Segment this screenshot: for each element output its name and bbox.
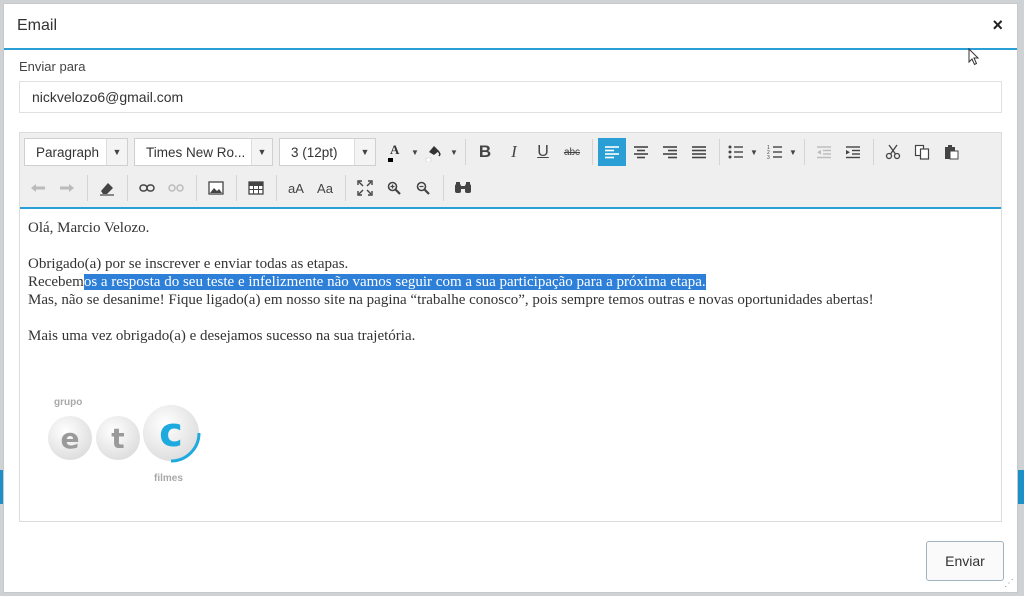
- numbered-list-icon[interactable]: 123: [764, 138, 786, 166]
- chevron-down-icon: ▼: [251, 139, 272, 165]
- chevron-down-icon[interactable]: ▼: [409, 138, 421, 166]
- link-icon[interactable]: [133, 174, 161, 202]
- block-format-value: Paragraph: [36, 144, 100, 160]
- selected-text: os a resposta do seu teste e infelizment…: [83, 274, 706, 290]
- paste-icon[interactable]: [937, 138, 965, 166]
- toolbar-separator: [345, 175, 346, 201]
- undo-icon[interactable]: [24, 174, 52, 202]
- chevron-down-icon[interactable]: ▼: [448, 138, 460, 166]
- lowercase-button[interactable]: aA: [282, 174, 310, 202]
- toolbar-separator: [465, 139, 466, 165]
- toolbar-separator: [196, 175, 197, 201]
- logo-letter: e: [61, 422, 80, 455]
- highlight-color-icon[interactable]: [421, 138, 447, 166]
- copy-icon[interactable]: [908, 138, 936, 166]
- cut-icon[interactable]: [879, 138, 907, 166]
- eraser-icon[interactable]: [93, 174, 121, 202]
- zoom-out-icon[interactable]: [409, 174, 437, 202]
- chevron-down-icon: ▼: [354, 139, 375, 165]
- image-icon[interactable]: [202, 174, 230, 202]
- body-line-prefix: Recebem: [28, 274, 84, 290]
- titlecase-button[interactable]: Aa: [311, 174, 339, 202]
- underline-icon[interactable]: U: [529, 138, 557, 166]
- align-center-icon[interactable]: [627, 138, 655, 166]
- closing-line: Mais uma vez obrigado(a) e desejamos suc…: [28, 328, 416, 344]
- toolbar-separator: [127, 175, 128, 201]
- logo-letter: t: [111, 422, 124, 455]
- fullscreen-icon[interactable]: [351, 174, 379, 202]
- svg-text:A: A: [390, 142, 400, 157]
- rich-text-editor: Paragraph ▼ Times New Ro... ▼ 3 (12pt) ▼…: [19, 132, 1002, 522]
- zoom-in-icon[interactable]: [380, 174, 408, 202]
- toolbar-separator: [873, 139, 874, 165]
- email-dialog: Email × Enviar para Paragraph ▼ Times Ne…: [3, 3, 1018, 593]
- toolbar-separator: [443, 175, 444, 201]
- bullet-list-icon[interactable]: [725, 138, 747, 166]
- font-family-select[interactable]: Times New Ro... ▼: [134, 138, 273, 166]
- align-left-icon[interactable]: [598, 138, 626, 166]
- editor-content[interactable]: Olá, Marcio Velozo. Obrigado(a) por se i…: [20, 209, 1001, 345]
- chevron-down-icon: ▼: [106, 139, 127, 165]
- table-icon[interactable]: [242, 174, 270, 202]
- toolbar-separator: [87, 175, 88, 201]
- chevron-down-icon[interactable]: ▼: [787, 138, 799, 166]
- find-icon[interactable]: [449, 174, 477, 202]
- greeting-line: Olá, Marcio Velozo.: [28, 220, 150, 236]
- italic-icon[interactable]: I: [500, 138, 528, 166]
- toolbar-separator: [804, 139, 805, 165]
- outdent-icon[interactable]: [810, 138, 838, 166]
- font-family-value: Times New Ro...: [146, 144, 246, 160]
- strikethrough-icon[interactable]: abc: [558, 138, 586, 166]
- font-size-value: 3 (12pt): [291, 144, 338, 160]
- recipient-input[interactable]: [19, 81, 1002, 113]
- resize-handle-icon[interactable]: ⋰: [1004, 578, 1014, 589]
- toolbar-separator: [592, 139, 593, 165]
- redo-icon[interactable]: [53, 174, 81, 202]
- body-line: Mas, não se desanime! Fique ligado(a) em…: [28, 292, 874, 308]
- font-size-select[interactable]: 3 (12pt) ▼: [279, 138, 376, 166]
- close-icon[interactable]: ×: [992, 14, 1003, 36]
- recipient-label: Enviar para: [19, 59, 86, 74]
- block-format-select[interactable]: Paragraph ▼: [24, 138, 128, 166]
- chevron-down-icon[interactable]: ▼: [748, 138, 760, 166]
- dialog-title: Email: [17, 17, 58, 34]
- body-line: Recebemos a resposta do seu teste e infe…: [28, 273, 993, 291]
- font-color-icon[interactable]: A: [382, 138, 408, 166]
- align-right-icon[interactable]: [656, 138, 684, 166]
- logo-letter: c: [159, 410, 183, 456]
- mouse-cursor-icon: [968, 47, 980, 71]
- toolbar-separator: [719, 139, 720, 165]
- align-justify-icon[interactable]: [685, 138, 713, 166]
- company-logo: grupo e t c filmes: [44, 393, 214, 493]
- logo-top-text: grupo: [54, 397, 82, 408]
- svg-text:3: 3: [767, 155, 770, 159]
- toolbar-separator: [236, 175, 237, 201]
- dialog-header: Email ×: [4, 4, 1017, 50]
- logo-bottom-text: filmes: [154, 473, 183, 484]
- editor-toolbar: Paragraph ▼ Times New Ro... ▼ 3 (12pt) ▼…: [20, 133, 1001, 209]
- body-line: Obrigado(a) por se inscrever e enviar to…: [28, 256, 349, 272]
- send-button[interactable]: Enviar: [926, 541, 1004, 581]
- indent-icon[interactable]: [839, 138, 867, 166]
- bold-icon[interactable]: B: [471, 138, 499, 166]
- toolbar-separator: [276, 175, 277, 201]
- unlink-icon[interactable]: [162, 174, 190, 202]
